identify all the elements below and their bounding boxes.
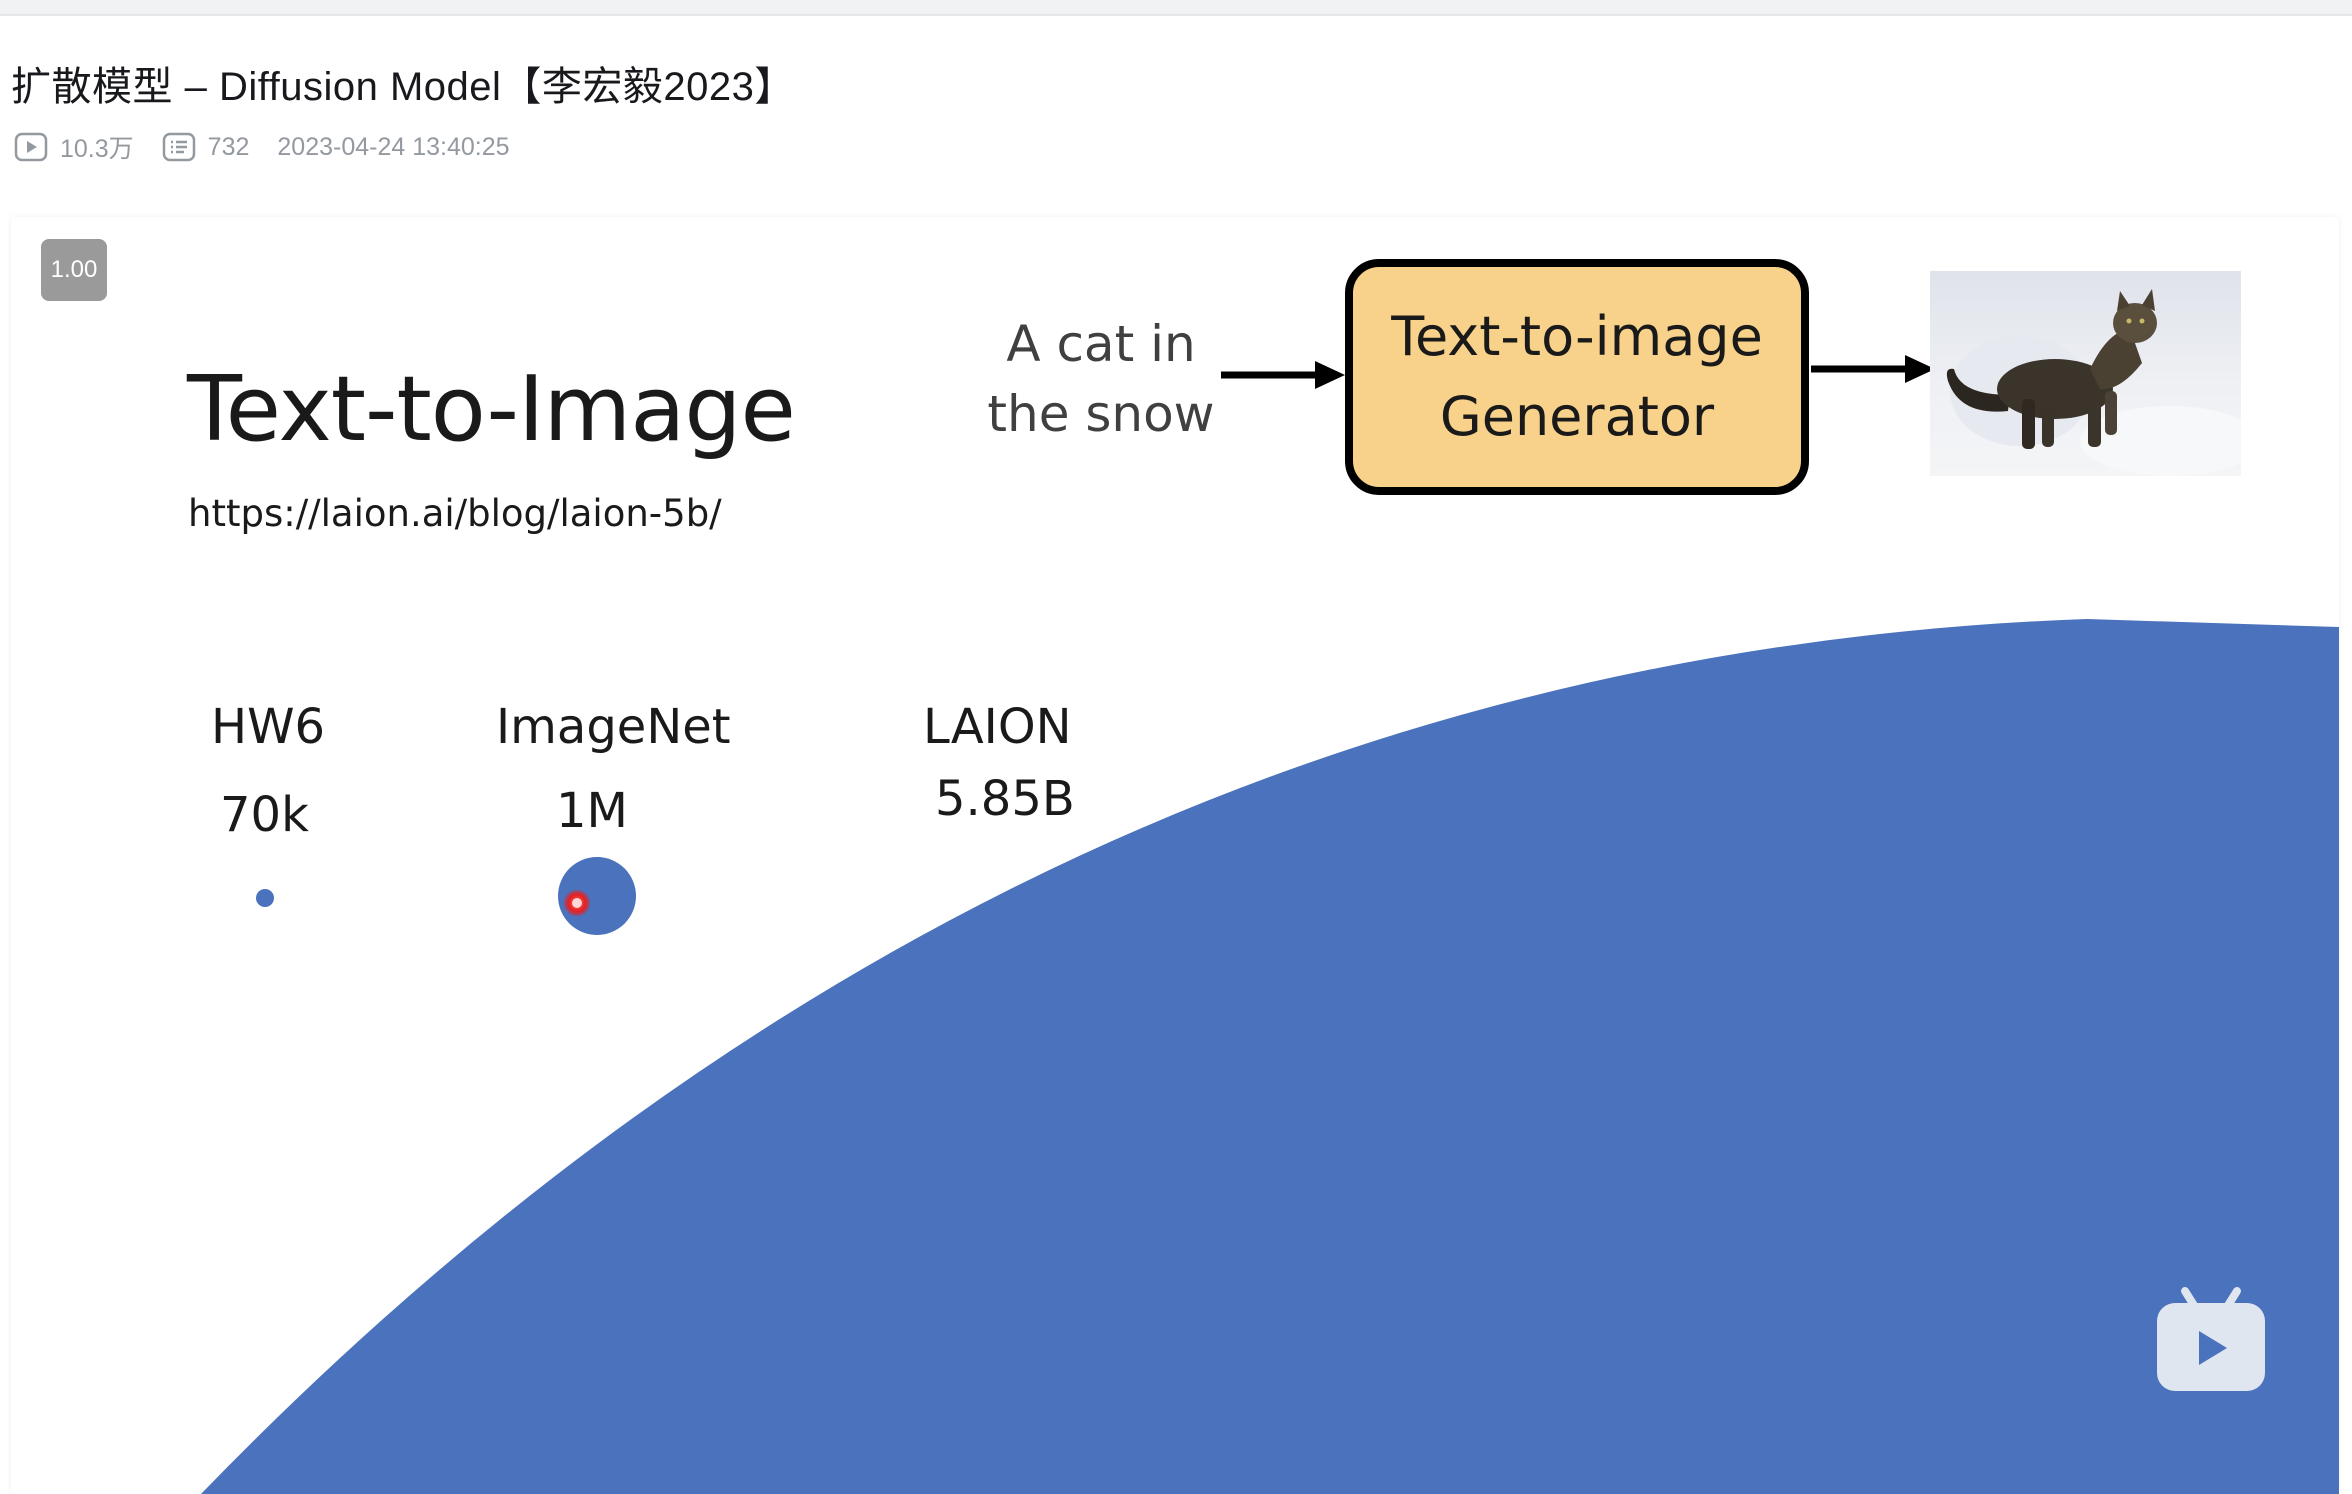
cat-silhouette [1946,289,2241,476]
danmaku-count: 732 [207,132,250,161]
danmaku-count-icon [162,132,195,162]
prompt-text: A cat in the snow [959,309,1243,449]
dataset-hw6-size: 70k [220,787,309,843]
dataset-laion-size: 5.85B [935,771,1075,827]
cat-in-snow-photo [1930,271,2241,476]
prompt-line-2: the snow [987,385,1215,443]
slide-title: Text-to-Image [187,357,796,462]
top-nav-bar [0,0,2352,16]
bilibili-tv-play-icon[interactable] [2151,1285,2271,1395]
video-title: 扩散模型 – Diffusion Model【李宏毅2023】 [11,65,795,109]
laser-pointer [564,890,590,916]
danmaku-stat: 732 [162,132,250,162]
play-count-icon [14,132,48,162]
prompt-line-1: A cat in [1006,315,1196,373]
video-meta: 10.3万 732 2023-04-24 13:40:25 [14,130,538,164]
views-count: 10.3万 [60,135,134,163]
right-arrow-icon [1811,355,1935,383]
generator-line-2: Generator [1439,385,1715,448]
publish-time: 2023-04-24 13:40:25 [277,132,510,161]
slide-url: https://laion.ai/blog/laion-5b/ [188,492,722,535]
generator-line-1: Text-to-image [1391,305,1763,368]
dataset-imagenet-name: ImageNet [496,699,731,755]
video-player[interactable]: 1.00 Text-to-Image https://laion.ai/blog… [11,217,2339,1494]
dataset-imagenet-size: 1M [556,783,628,839]
dataset-laion-name: LAION [923,699,1072,755]
generator-box: Text-to-image Generator [1345,259,1809,495]
right-arrow-icon [1221,361,1345,389]
dataset-hw6-name: HW6 [211,699,326,755]
views-stat: 10.3万 [14,129,134,165]
playback-speed-badge[interactable]: 1.00 [41,239,107,301]
hw6-circle [256,889,274,907]
